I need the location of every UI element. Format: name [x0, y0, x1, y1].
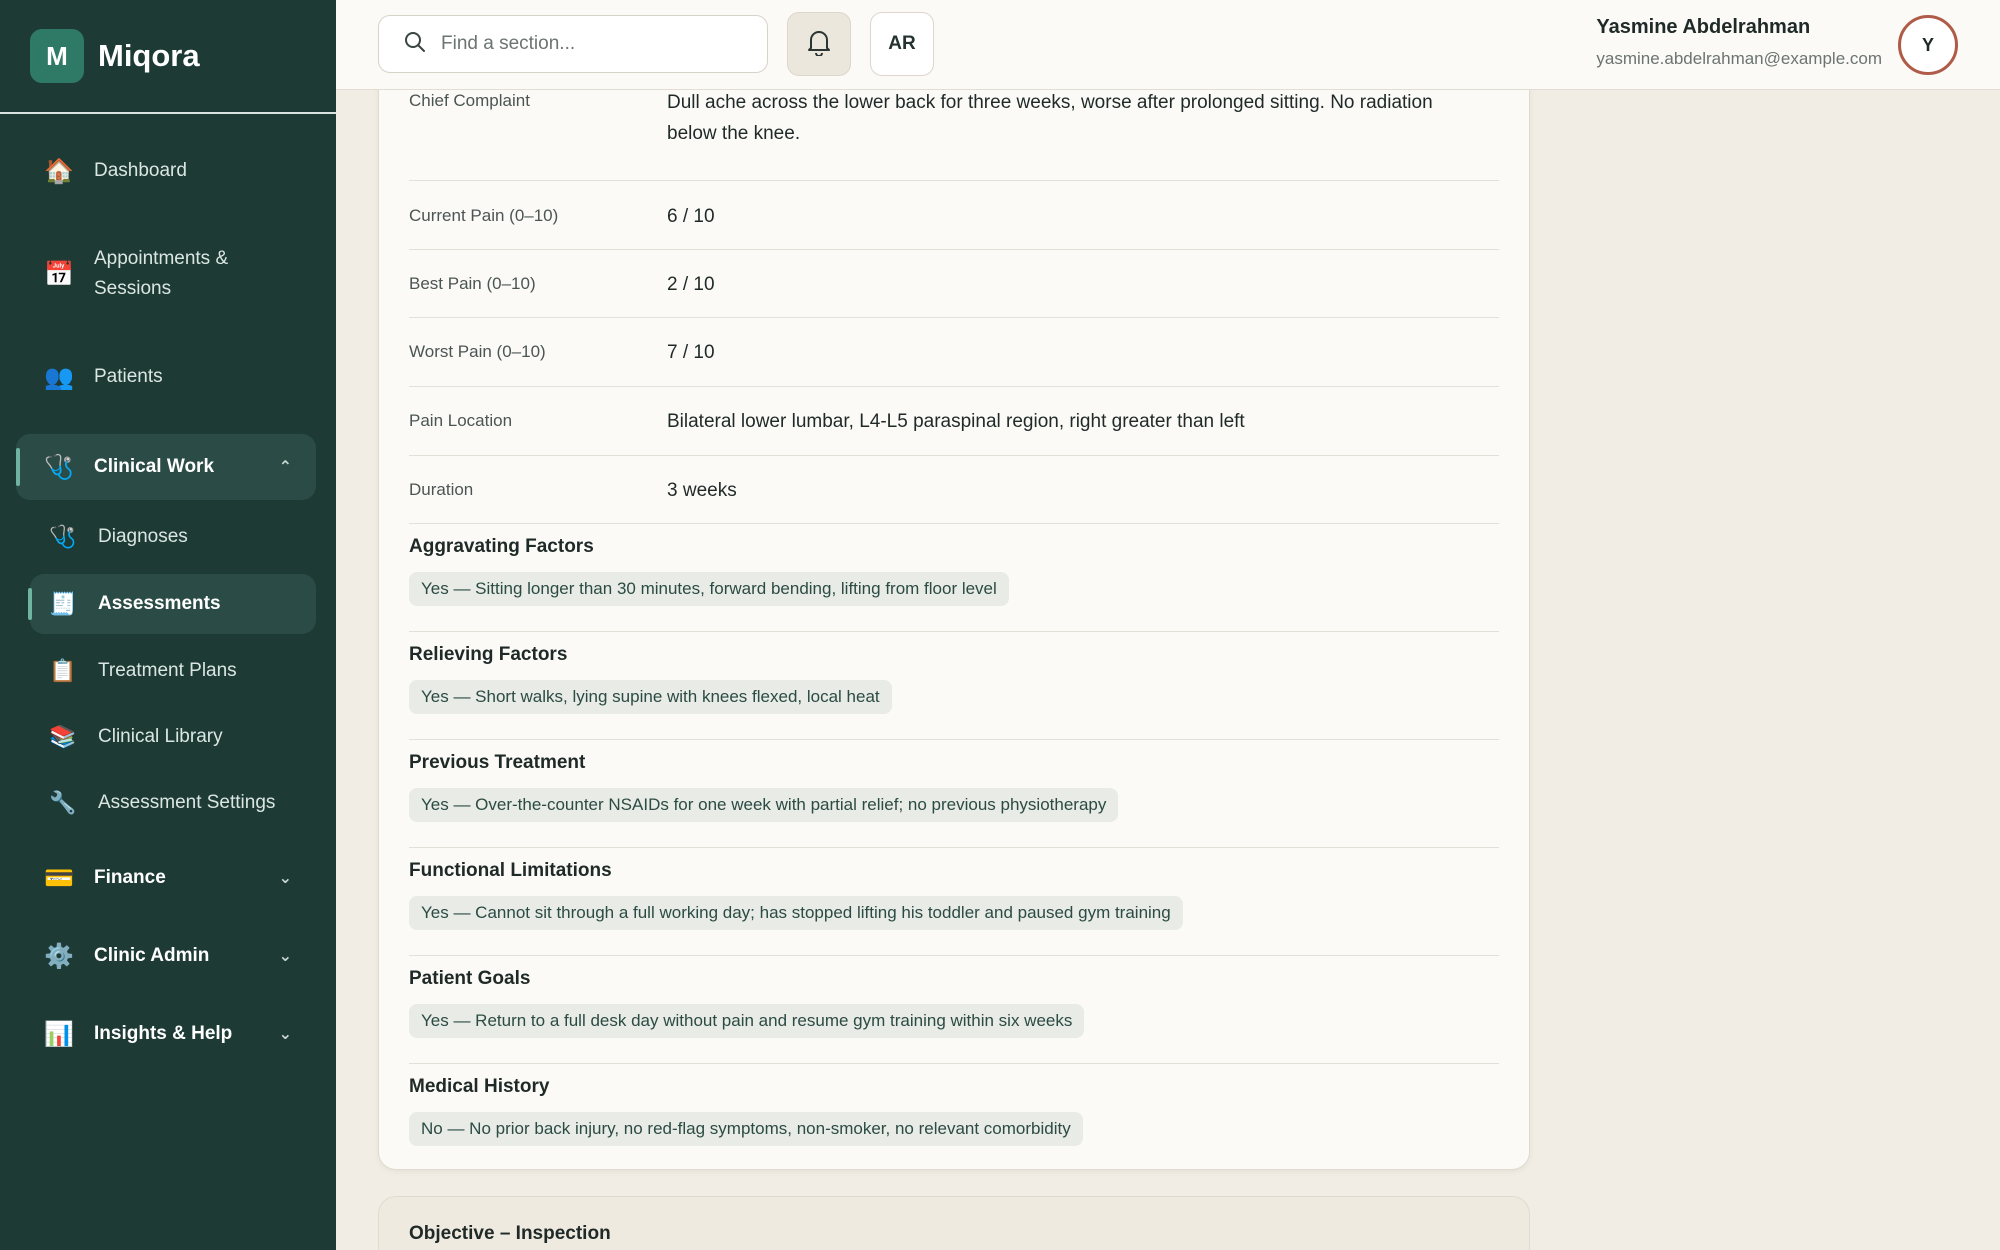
- field-value: 6 / 10: [667, 206, 715, 227]
- section-title: Previous Treatment: [409, 752, 586, 773]
- sidebar-subitem-assessments[interactable]: 🧾 Assessments: [28, 574, 316, 634]
- sidebar-item-label: Dashboard: [94, 160, 187, 181]
- sidebar-item-insights-help[interactable]: 📊 Insights & Help ⌄: [16, 1004, 316, 1064]
- brand-logo: M: [30, 29, 84, 83]
- brand[interactable]: M Miqora: [0, 0, 336, 114]
- sidebar-item-label: Clinical Work: [94, 456, 215, 477]
- sidebar: M Miqora 🏠 Dashboard 📅 Appointments & Se…: [0, 0, 336, 1250]
- sidebar-item-label: Clinical Library: [98, 726, 223, 747]
- section-patient-goals: Patient Goals Yes — Return to a full des…: [409, 956, 1499, 1064]
- sidebar-item-clinic-admin[interactable]: ⚙️ Clinic Admin ⌄: [16, 926, 316, 986]
- calendar-icon: 📅: [44, 260, 74, 288]
- field-label: Chief Complaint: [409, 91, 530, 110]
- sidebar-item-label: Clinic Admin: [94, 945, 210, 966]
- credit-card-icon: 💳: [44, 864, 74, 892]
- answer-pill: Yes — Short walks, lying supine with kne…: [409, 680, 892, 714]
- field-row-worst-pain: Worst Pain (0–10) 7 / 10: [409, 318, 1499, 387]
- field-label: Best Pain (0–10): [409, 274, 536, 293]
- sidebar-item-dashboard[interactable]: 🏠 Dashboard: [16, 144, 316, 198]
- field-value: Dull ache across the lower back for thre…: [667, 92, 1433, 144]
- chevron-down-icon: ⌄: [278, 948, 292, 965]
- field-value: 3 weeks: [667, 480, 737, 501]
- notifications-button[interactable]: [787, 12, 851, 76]
- field-label: Pain Location: [409, 411, 513, 430]
- user-name: Yasmine Abdelrahman: [1596, 16, 1811, 38]
- wrench-icon: 🔧: [49, 790, 77, 815]
- gear-icon: ⚙️: [44, 942, 74, 970]
- section-medical-history: Medical History No — No prior back injur…: [409, 1064, 1499, 1172]
- search-input[interactable]: [441, 33, 741, 55]
- field-label: Current Pain (0–10): [409, 206, 559, 225]
- language-toggle-button[interactable]: AR: [870, 12, 934, 76]
- bell-icon: [806, 28, 832, 61]
- sidebar-nav: 🏠 Dashboard 📅 Appointments & Sessions 👥 …: [0, 114, 336, 1064]
- search-icon: [403, 30, 427, 59]
- section-functional-limitations: Functional Limitations Yes — Cannot sit …: [409, 848, 1499, 956]
- section-title: Objective – Inspection: [409, 1223, 611, 1244]
- sidebar-item-label: Diagnoses: [98, 526, 188, 547]
- search-box[interactable]: [378, 15, 768, 73]
- field-value: 7 / 10: [667, 342, 715, 363]
- field-label: Worst Pain (0–10): [409, 342, 546, 361]
- sidebar-item-label: Finance: [94, 867, 166, 888]
- sidebar-item-label: Patients: [94, 366, 163, 387]
- field-value: Bilateral lower lumbar, L4-L5 paraspinal…: [667, 411, 1245, 432]
- answer-pill: Yes — Over-the-counter NSAIDs for one we…: [409, 788, 1119, 822]
- field-row-best-pain: Best Pain (0–10) 2 / 10: [409, 250, 1499, 318]
- section-title: Aggravating Factors: [409, 536, 594, 557]
- objective-inspection-card: Objective – Inspection: [378, 1196, 1530, 1250]
- section-title: Medical History: [409, 1076, 550, 1097]
- home-icon: 🏠: [44, 157, 74, 185]
- sidebar-item-patients[interactable]: 👥 Patients: [16, 350, 316, 404]
- sidebar-item-label: Assessments: [98, 593, 221, 614]
- stethoscope-icon: 🩺: [49, 524, 77, 549]
- top-bar: AR Yasmine Abdelrahman yasmine.abdelrahm…: [336, 0, 2000, 90]
- sidebar-item-label: Appointments & Sessions: [94, 248, 229, 299]
- section-title: Patient Goals: [409, 968, 531, 989]
- user-info[interactable]: Yasmine Abdelrahman yasmine.abdelrahman@…: [1596, 16, 1882, 69]
- section-aggravating-factors: Aggravating Factors Yes — Sitting longer…: [409, 524, 1499, 632]
- user-email: yasmine.abdelrahman@example.com: [1596, 49, 1882, 68]
- field-label: Duration: [409, 480, 474, 499]
- field-row-chief-complaint: Chief Complaint Dull ache across the low…: [409, 81, 1499, 181]
- field-row-duration: Duration 3 weeks: [409, 456, 1499, 524]
- chevron-up-icon: ⌃: [278, 459, 292, 476]
- chevron-down-icon: ⌄: [278, 1026, 292, 1043]
- field-row-current-pain: Current Pain (0–10) 6 / 10: [409, 181, 1499, 250]
- sidebar-subitem-assessment-settings[interactable]: 🔧 Assessment Settings: [30, 774, 316, 832]
- answer-pill: Yes — Return to a full desk day without …: [409, 1004, 1085, 1038]
- sidebar-subitem-diagnoses[interactable]: 🩺 Diagnoses: [30, 508, 316, 566]
- stethoscope-icon: 🩺: [44, 453, 74, 481]
- sidebar-item-finance[interactable]: 💳 Finance ⌄: [16, 848, 316, 908]
- section-previous-treatment: Previous Treatment Yes — Over-the-counte…: [409, 740, 1499, 848]
- brand-name: Miqora: [98, 38, 200, 73]
- users-icon: 👥: [44, 363, 74, 391]
- section-title: Relieving Factors: [409, 644, 568, 665]
- sidebar-item-clinical-work[interactable]: 🩺 Clinical Work ⌃: [16, 434, 316, 500]
- answer-pill: No — No prior back injury, no red-flag s…: [409, 1112, 1083, 1146]
- answer-pill: Yes — Sitting longer than 30 minutes, fo…: [409, 572, 1009, 606]
- books-icon: 📚: [49, 724, 77, 749]
- sidebar-item-label: Assessment Settings: [98, 792, 276, 813]
- field-value: 2 / 10: [667, 274, 715, 295]
- assessment-card: Chief Complaint Dull ache across the low…: [378, 60, 1530, 1170]
- field-row-pain-location: Pain Location Bilateral lower lumbar, L4…: [409, 387, 1499, 456]
- sidebar-item-label: Treatment Plans: [98, 660, 237, 681]
- sidebar-subitem-treatment-plans[interactable]: 📋 Treatment Plans: [30, 642, 316, 700]
- section-relieving-factors: Relieving Factors Yes — Short walks, lyi…: [409, 632, 1499, 740]
- sidebar-item-label: Insights & Help: [94, 1023, 233, 1044]
- section-title: Functional Limitations: [409, 860, 612, 881]
- chevron-down-icon: ⌄: [278, 870, 292, 887]
- receipt-icon: 🧾: [49, 591, 77, 616]
- sidebar-item-appointments[interactable]: 📅 Appointments & Sessions: [16, 224, 316, 324]
- sidebar-subitem-clinical-library[interactable]: 📚 Clinical Library: [30, 708, 316, 766]
- bar-chart-icon: 📊: [44, 1020, 74, 1048]
- avatar[interactable]: Y: [1898, 15, 1958, 75]
- answer-pill: Yes — Cannot sit through a full working …: [409, 896, 1183, 930]
- clipboard-icon: 📋: [49, 658, 77, 683]
